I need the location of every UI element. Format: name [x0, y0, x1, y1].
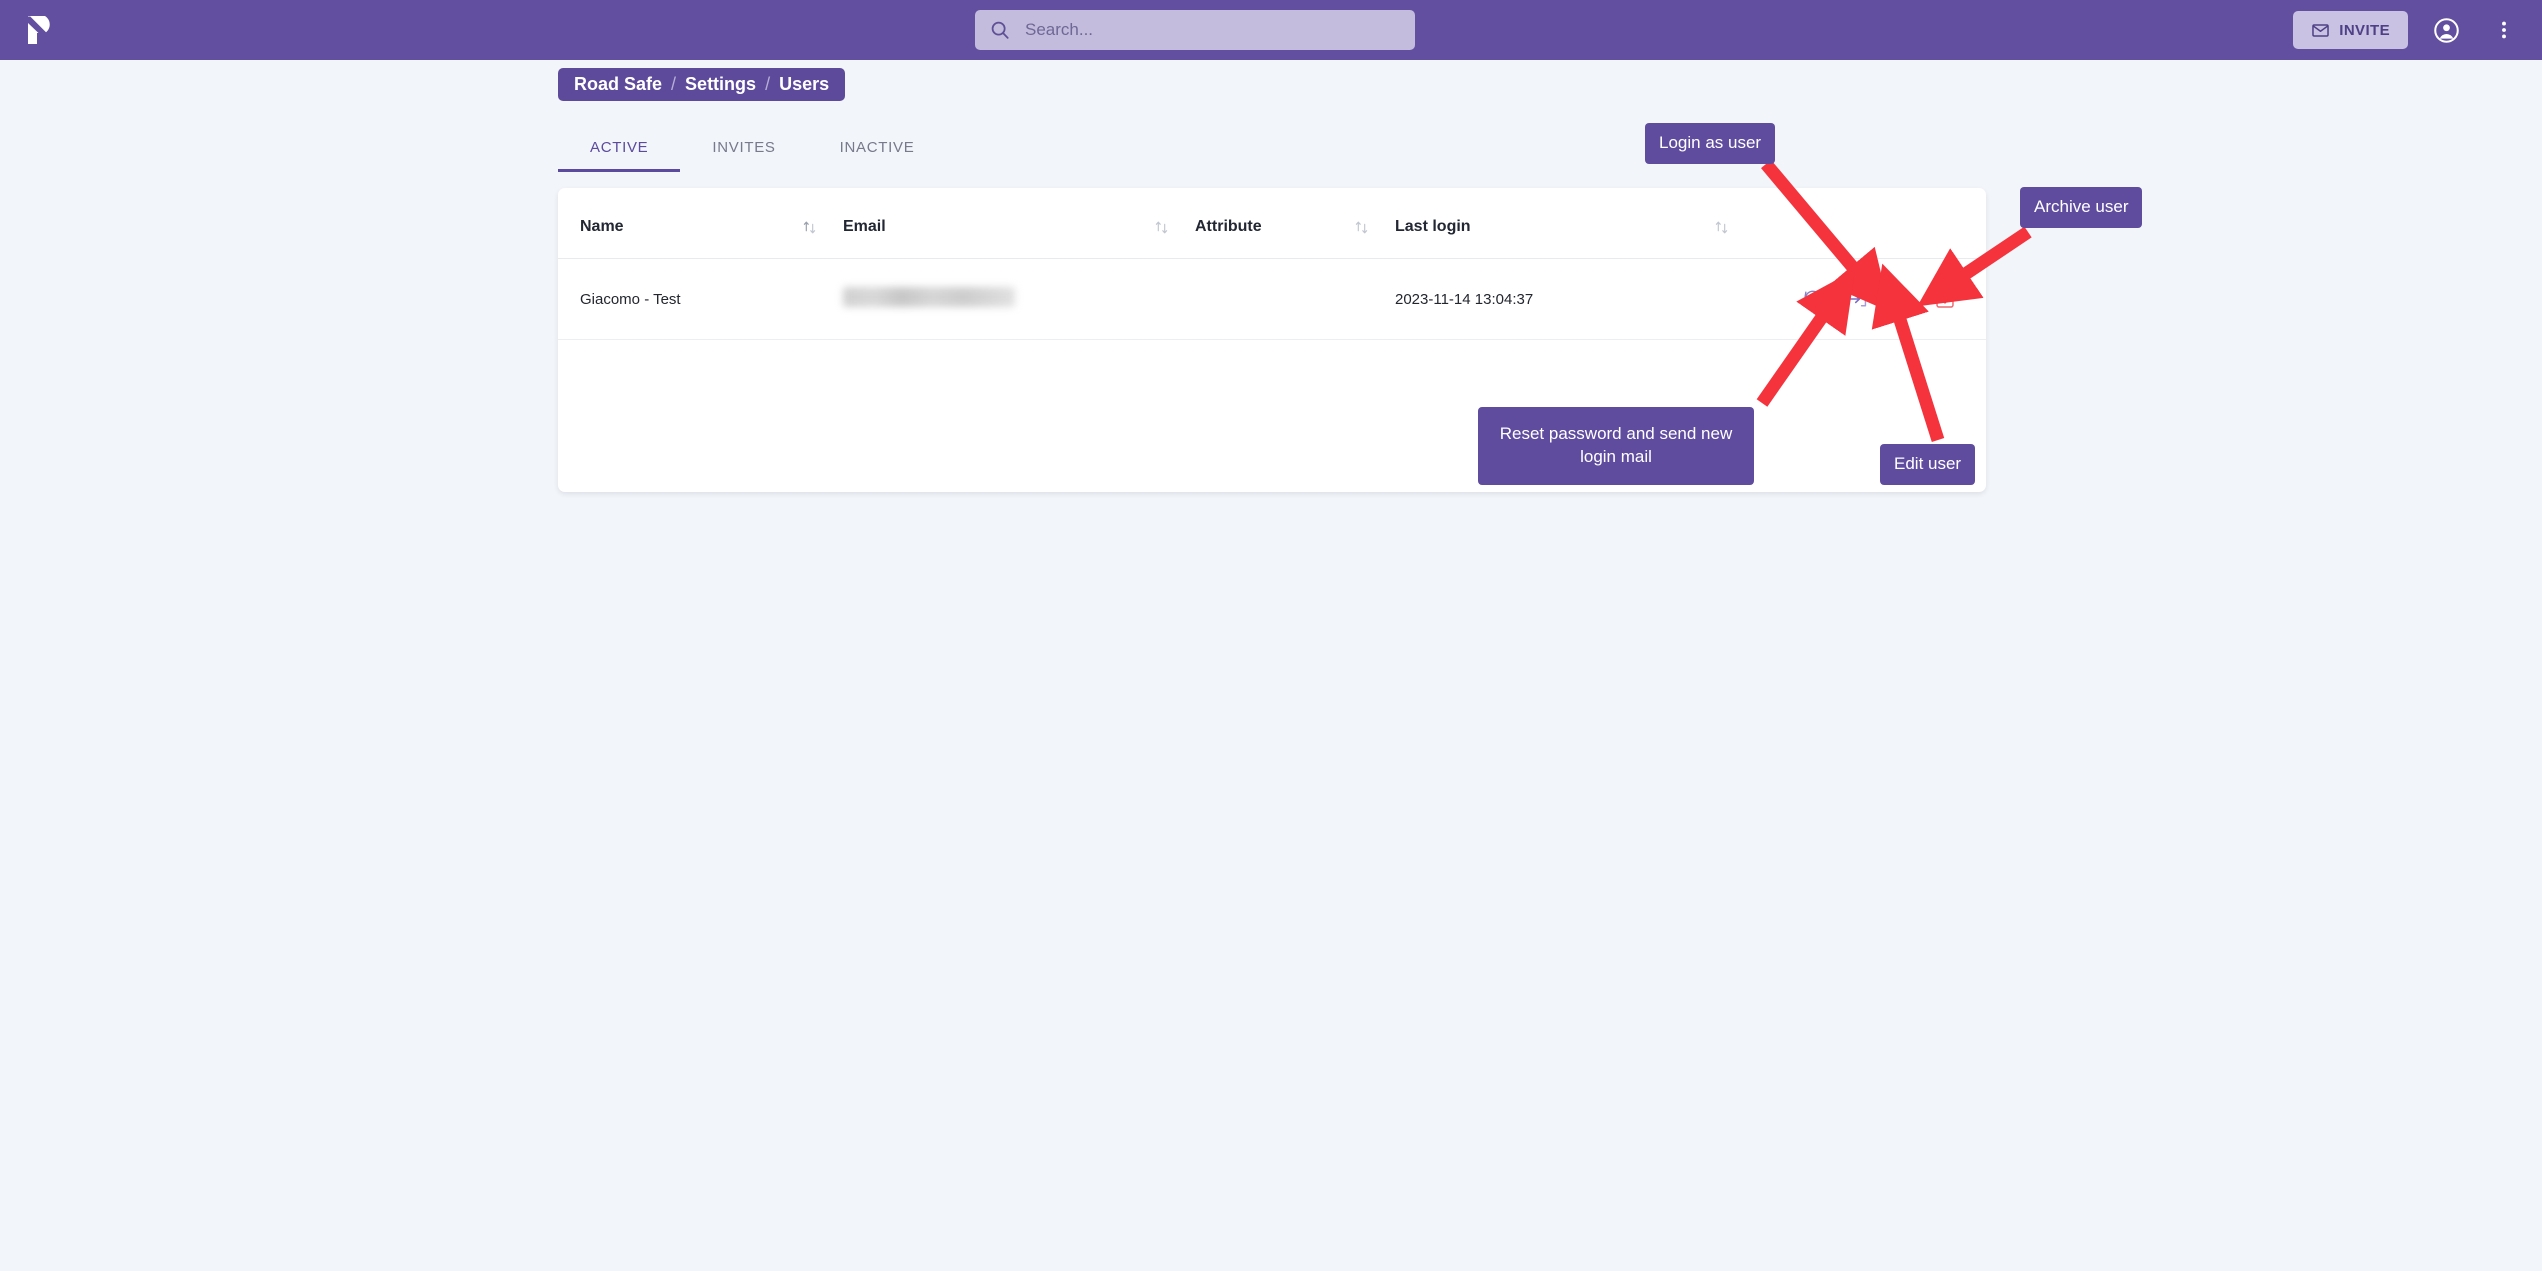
login-as-user-icon	[1847, 291, 1867, 307]
account-circle-icon	[2433, 17, 2459, 43]
table-header-row: Name Email Attribute Last login	[558, 188, 1986, 259]
edit-user-button[interactable]	[1890, 288, 1912, 310]
tab-inactive[interactable]: INACTIVE	[808, 139, 947, 172]
users-table-head: Name Email Attribute Last login	[558, 188, 1986, 259]
column-label-attribute: Attribute	[1195, 218, 1262, 235]
tab-active[interactable]: ACTIVE	[558, 139, 681, 172]
breadcrumb-item-road-safe[interactable]: Road Safe	[574, 74, 662, 95]
archive-user-button[interactable]	[1934, 288, 1956, 310]
cell-last-login: 2023-11-14 13:04:37	[1395, 258, 1755, 340]
row-action-buttons	[1755, 288, 1986, 310]
breadcrumb-separator: /	[671, 74, 677, 94]
reset-password-button[interactable]	[1802, 288, 1824, 310]
edit-user-icon	[1893, 290, 1909, 307]
more-vertical-icon	[2502, 21, 2506, 39]
column-header-name[interactable]: Name	[558, 188, 843, 259]
redacted-email	[843, 287, 1015, 307]
cell-email	[843, 258, 1195, 340]
breadcrumb: Road Safe / Settings / Users	[558, 68, 846, 101]
sort-icon[interactable]	[802, 219, 817, 236]
more-options-button[interactable]	[2484, 10, 2524, 50]
search-icon	[991, 21, 1009, 39]
envelope-icon	[2312, 23, 2330, 37]
users-table-card: Name Email Attribute Last login Giacomo …	[558, 188, 1986, 492]
invite-button[interactable]: INVITE	[2293, 11, 2408, 49]
callout-edit-user: Edit user	[1880, 444, 1976, 485]
breadcrumb-item-users[interactable]: Users	[779, 74, 829, 95]
tab-invites[interactable]: INVITES	[680, 139, 807, 172]
users-table-body: Giacomo - Test 2023-11-14 13:04:37	[558, 258, 1986, 340]
user-status-tabs: ACTIVE INVITES INACTIVE	[558, 128, 946, 172]
callout-archive-user: Archive user	[2020, 187, 2143, 228]
sort-icon[interactable]	[1714, 219, 1729, 236]
account-button[interactable]	[2426, 10, 2466, 50]
app-logo-icon	[28, 16, 56, 44]
table-row[interactable]: Giacomo - Test 2023-11-14 13:04:37	[558, 258, 1986, 340]
callout-login-as-user: Login as user	[1645, 123, 1776, 164]
breadcrumb-separator: /	[765, 74, 771, 94]
column-label-name: Name	[580, 218, 624, 235]
callout-reset-password: Reset password and send new login mail	[1478, 407, 1754, 485]
cell-actions	[1755, 258, 1986, 340]
column-header-last-login[interactable]: Last login	[1395, 188, 1755, 259]
column-header-email[interactable]: Email	[843, 188, 1195, 259]
column-label-email: Email	[843, 218, 886, 235]
search-input[interactable]	[1025, 20, 1401, 40]
sort-icon[interactable]	[1354, 219, 1369, 236]
login-as-user-button[interactable]	[1846, 288, 1868, 310]
column-header-actions	[1755, 188, 1986, 259]
column-label-last-login: Last login	[1395, 218, 1471, 235]
users-table: Name Email Attribute Last login Giacomo …	[558, 188, 1986, 340]
app-logo[interactable]	[20, 8, 64, 52]
search-bar[interactable]	[975, 10, 1415, 50]
sort-icon[interactable]	[1154, 219, 1169, 236]
appbar-actions: INVITE	[2293, 0, 2524, 60]
invite-button-label: INVITE	[2339, 21, 2390, 39]
top-app-bar: INVITE	[0, 0, 2542, 60]
archive-user-icon	[1936, 290, 1954, 308]
cell-attribute	[1195, 258, 1395, 340]
column-header-attribute[interactable]: Attribute	[1195, 188, 1395, 259]
reset-password-icon	[1804, 290, 1822, 308]
cell-name: Giacomo - Test	[558, 258, 843, 340]
breadcrumb-item-settings[interactable]: Settings	[685, 74, 756, 95]
